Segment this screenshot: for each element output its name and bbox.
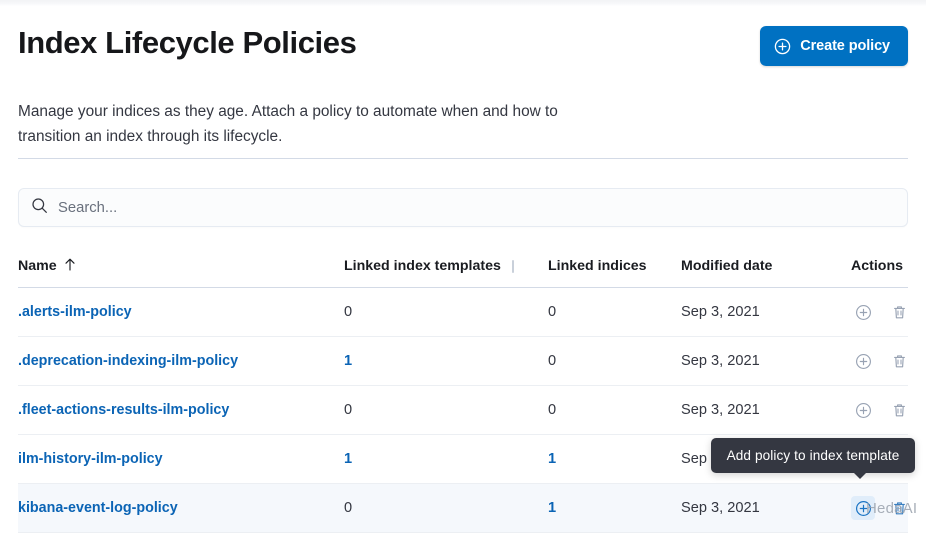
modified-date-cell: Sep 3, 2021	[681, 484, 851, 533]
policy-name-cell: .deprecation-indexing-ilm-policy	[18, 337, 344, 386]
modified-date-cell: Sep 3, 2021	[681, 337, 851, 386]
add-policy-to-index-template-button[interactable]	[851, 398, 875, 422]
trash-icon	[891, 304, 908, 321]
trash-icon	[891, 500, 908, 517]
linked-indices-cell: 1	[548, 435, 681, 484]
linked-index-templates-cell: 1	[344, 435, 548, 484]
column-header-actions: Actions	[851, 251, 908, 288]
plus-in-circle-icon	[855, 353, 872, 370]
linked-indices-cell: 1	[548, 484, 681, 533]
policy-name-link[interactable]: kibana-event-log-policy	[18, 500, 178, 516]
arrow-up-icon	[64, 258, 76, 275]
page-title: Index Lifecycle Policies	[18, 24, 356, 62]
column-header-linked-index-templates[interactable]: Linked index templates	[344, 251, 548, 288]
linked-indices-value[interactable]: 1	[548, 500, 556, 516]
trash-icon	[891, 353, 908, 370]
linked-indices-cell: 0	[548, 337, 681, 386]
linked-index-templates-cell: 0	[344, 386, 548, 435]
plus-in-circle-icon	[774, 38, 791, 55]
linked-index-templates-value: 0	[344, 402, 352, 418]
linked-indices-value[interactable]: 1	[548, 451, 556, 467]
page-description: Manage your indices as they age. Attach …	[18, 99, 578, 149]
linked-index-templates-cell: 1	[344, 337, 548, 386]
modified-date-cell: Sep 3, 2021	[681, 386, 851, 435]
add-policy-to-index-template-button[interactable]	[851, 300, 875, 324]
policy-name-cell: kibana-event-log-policy	[18, 484, 344, 533]
linked-indices-value: 0	[548, 402, 556, 418]
linked-indices-cell: 0	[548, 288, 681, 337]
column-header-linked-indices[interactable]: Linked indices	[548, 251, 681, 288]
plus-in-circle-icon	[855, 402, 872, 419]
table-row[interactable]: .alerts-ilm-policy 0 0 Sep 3, 2021	[18, 288, 908, 337]
search-bar[interactable]	[18, 188, 908, 227]
info-icon[interactable]	[512, 260, 514, 273]
policy-name-link[interactable]: ilm-history-ilm-policy	[18, 451, 163, 467]
actions-cell	[851, 386, 908, 435]
create-policy-button[interactable]: Create policy	[760, 26, 908, 66]
column-header-linked-index-templates-label: Linked index templates	[344, 258, 501, 274]
policies-table: Name Linked index templates Linked	[18, 251, 908, 533]
linked-indices-cell: 0	[548, 386, 681, 435]
search-icon	[31, 197, 48, 219]
add-policy-to-index-template-button[interactable]	[851, 496, 875, 520]
trash-icon	[891, 402, 908, 419]
linked-indices-value: 0	[548, 353, 556, 369]
linked-index-templates-cell: 0	[344, 484, 548, 533]
policy-name-link[interactable]: .alerts-ilm-policy	[18, 304, 132, 320]
linked-index-templates-value: 0	[344, 500, 352, 516]
column-header-name[interactable]: Name	[18, 251, 344, 288]
page-header: Index Lifecycle Policies Create policy	[18, 14, 908, 74]
policy-name-cell: .fleet-actions-results-ilm-policy	[18, 386, 344, 435]
table-row[interactable]: .fleet-actions-results-ilm-policy 0 0 Se…	[18, 386, 908, 435]
policy-name-link[interactable]: .deprecation-indexing-ilm-policy	[18, 353, 238, 369]
table-row[interactable]: .deprecation-indexing-ilm-policy 1 0 Sep…	[18, 337, 908, 386]
actions-cell	[851, 484, 908, 533]
modified-date-cell: Sep 3, 2021	[681, 288, 851, 337]
header-divider	[18, 158, 908, 159]
actions-cell	[851, 337, 908, 386]
plus-in-circle-icon	[855, 304, 872, 321]
policy-name-cell: .alerts-ilm-policy	[18, 288, 344, 337]
table-row[interactable]: kibana-event-log-policy 0 1 Sep 3, 2021	[18, 484, 908, 533]
policy-name-cell: ilm-history-ilm-policy	[18, 435, 344, 484]
linked-indices-value: 0	[548, 304, 556, 320]
delete-policy-button[interactable]	[887, 398, 911, 422]
column-header-name-label: Name	[18, 258, 57, 274]
plus-in-circle-icon	[855, 500, 872, 517]
table-head: Name Linked index templates Linked	[18, 251, 908, 288]
action-tooltip: Add policy to index template	[711, 438, 915, 473]
linked-index-templates-value: 0	[344, 304, 352, 320]
delete-policy-button[interactable]	[887, 300, 911, 324]
column-header-modified-date[interactable]: Modified date	[681, 251, 851, 288]
add-policy-to-index-template-button[interactable]	[851, 349, 875, 373]
linked-index-templates-value[interactable]: 1	[344, 451, 352, 467]
action-tooltip-text: Add policy to index template	[727, 448, 900, 463]
search-input[interactable]	[58, 200, 895, 216]
delete-policy-button[interactable]	[887, 496, 911, 520]
table-body: .alerts-ilm-policy 0 0 Sep 3, 2021	[18, 288, 908, 533]
linked-index-templates-cell: 0	[344, 288, 548, 337]
create-policy-button-label: Create policy	[800, 38, 890, 54]
linked-index-templates-value[interactable]: 1	[344, 353, 352, 369]
policy-name-link[interactable]: .fleet-actions-results-ilm-policy	[18, 402, 229, 418]
actions-cell	[851, 288, 908, 337]
page-body: Index Lifecycle Policies Create policy M…	[0, 6, 926, 524]
delete-policy-button[interactable]	[887, 349, 911, 373]
table-header-row: Name Linked index templates Linked	[18, 251, 908, 288]
